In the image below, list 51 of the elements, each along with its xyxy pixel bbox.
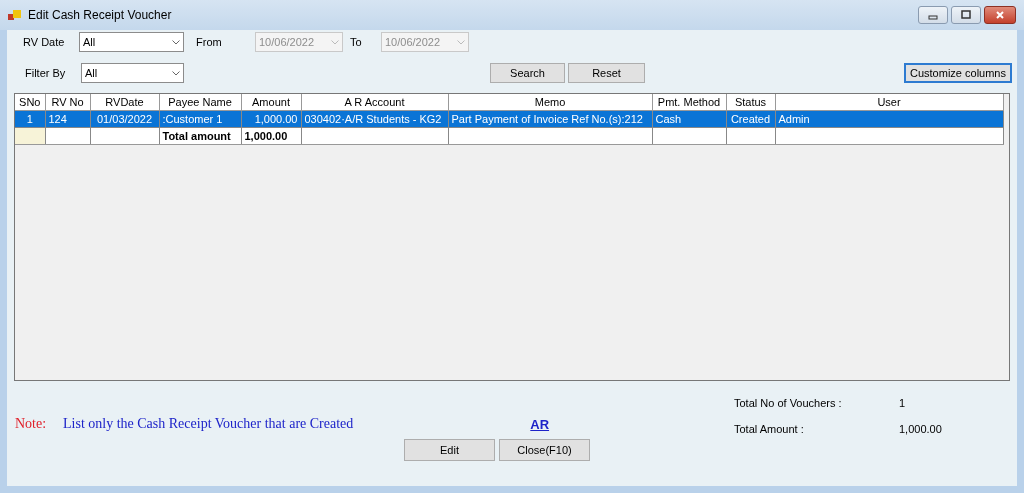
chevron-down-icon bbox=[331, 39, 339, 45]
column-header[interactable]: RV No bbox=[45, 94, 90, 111]
window-title: Edit Cash Receipt Voucher bbox=[28, 8, 172, 22]
column-header[interactable]: User bbox=[775, 94, 1003, 111]
table-cell: 01/03/2022 bbox=[96, 113, 153, 125]
filter-by-dropdown[interactable]: All bbox=[81, 63, 184, 83]
summary-value: 1 bbox=[899, 397, 907, 409]
summary-value: 1,000.00 bbox=[899, 423, 943, 435]
summary-label: Total Amount : bbox=[734, 423, 805, 435]
table-cell: Cash bbox=[655, 113, 682, 125]
table-cell: 1,000.00 bbox=[254, 113, 298, 125]
column-header[interactable]: SNo bbox=[15, 94, 45, 111]
table-cell: 124 bbox=[48, 113, 67, 125]
chevron-down-icon bbox=[172, 70, 180, 76]
close-f10-button[interactable]: Close(F10) bbox=[499, 439, 590, 461]
chevron-down-icon bbox=[457, 39, 465, 45]
customize-columns-button[interactable]: Customize columns bbox=[904, 63, 1012, 83]
table-cell: Total amount bbox=[162, 130, 231, 142]
field-label: Filter By bbox=[25, 67, 67, 79]
rv-date-dropdown[interactable]: All bbox=[79, 32, 184, 52]
table-cell: Part Payment of Invoice Ref No.(s):212 bbox=[451, 113, 643, 125]
maximize-icon bbox=[961, 10, 971, 20]
table-cell: 030402·A/R Students - KG2 bbox=[304, 113, 442, 125]
column-header[interactable]: Pmt. Method bbox=[652, 94, 726, 111]
column-header[interactable]: Payee Name bbox=[159, 94, 241, 111]
maximize-button[interactable] bbox=[951, 6, 981, 24]
column-header[interactable]: Memo bbox=[448, 94, 652, 111]
note-text: List only the Cash Receipt Voucher that are Created bbox=[63, 416, 354, 432]
minimize-button[interactable] bbox=[918, 6, 948, 24]
column-header[interactable]: Status bbox=[726, 94, 775, 111]
close-icon bbox=[995, 10, 1005, 20]
edit-button[interactable]: Edit bbox=[404, 439, 495, 461]
table-cell: 1,000.00 bbox=[244, 130, 288, 142]
ar-link[interactable]: AR bbox=[530, 416, 550, 432]
search-button[interactable]: Search bbox=[490, 63, 565, 83]
chevron-down-icon bbox=[172, 39, 180, 45]
table-cell: 1 bbox=[26, 113, 33, 125]
field-label: To bbox=[350, 36, 363, 48]
app-icon bbox=[8, 9, 22, 21]
summary-label: Total No of Vouchers : bbox=[734, 397, 843, 409]
close-button[interactable] bbox=[984, 6, 1016, 24]
field-label: From bbox=[196, 36, 223, 48]
field-label: RV Date bbox=[23, 36, 66, 48]
table-cell: Admin bbox=[778, 113, 810, 125]
table-cell: Created bbox=[730, 113, 771, 125]
column-header[interactable]: Amount bbox=[241, 94, 301, 111]
column-header[interactable]: RVDate bbox=[90, 94, 159, 111]
reset-button[interactable]: Reset bbox=[568, 63, 645, 83]
table-cell: :Customer 1 bbox=[162, 113, 223, 125]
note-label: Note: bbox=[15, 416, 48, 432]
column-header[interactable]: A R Account bbox=[301, 94, 448, 111]
